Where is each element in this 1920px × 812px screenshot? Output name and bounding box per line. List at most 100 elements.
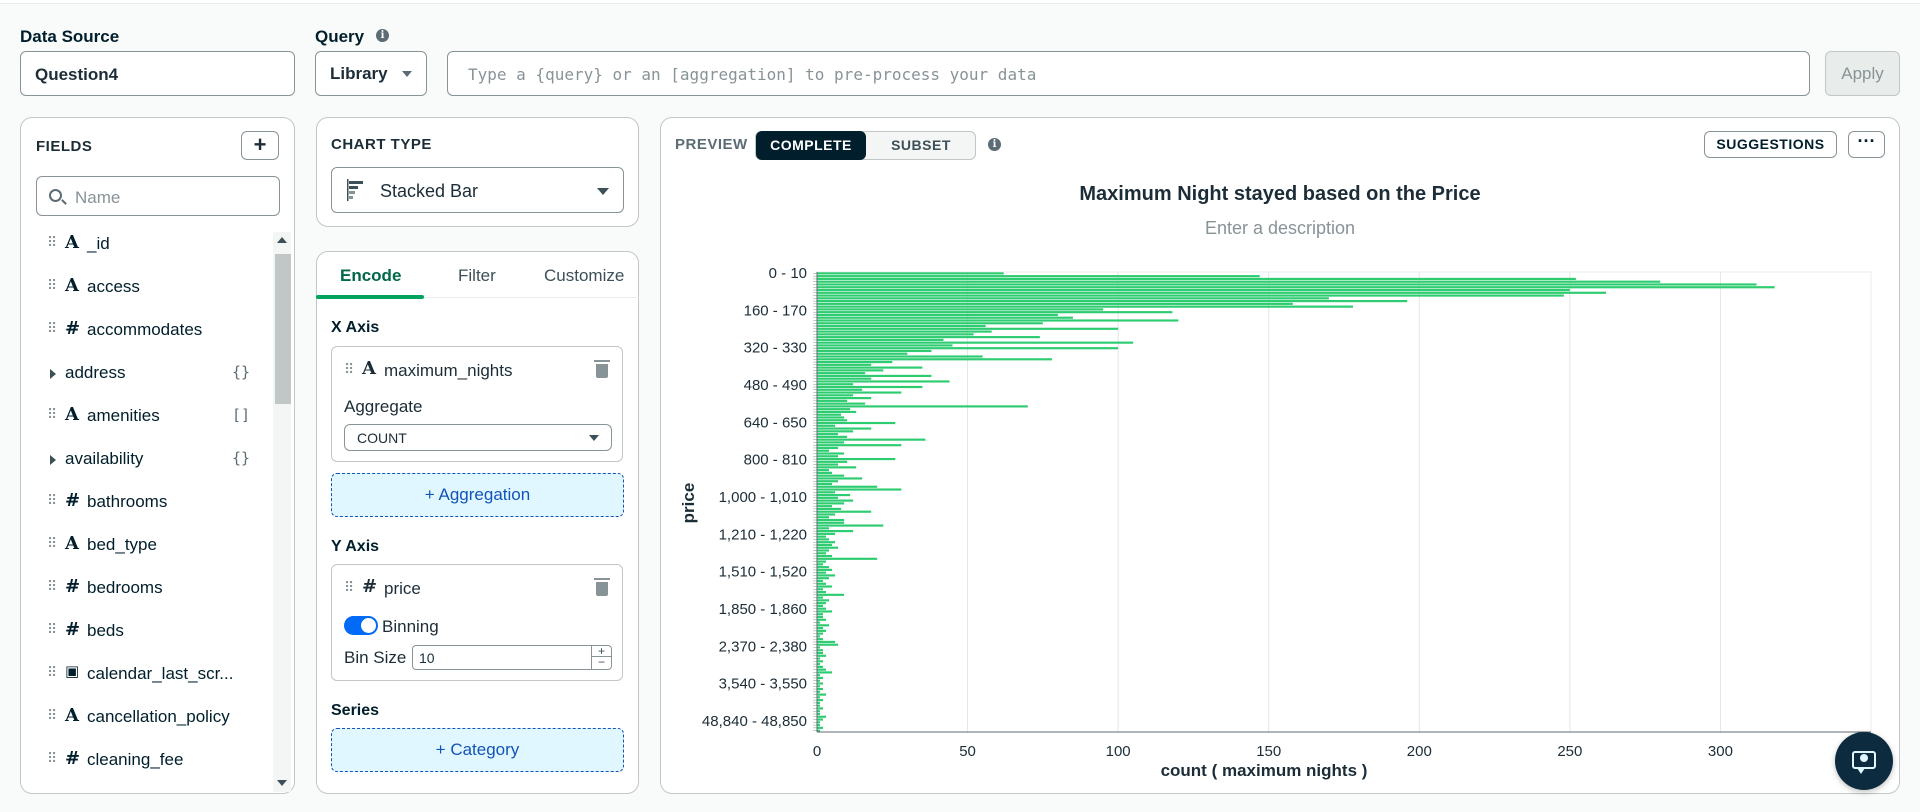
bar[interactable] xyxy=(817,516,830,519)
bar[interactable] xyxy=(817,579,824,583)
aggregate-select[interactable]: COUNT xyxy=(344,424,612,451)
bar[interactable] xyxy=(817,615,824,619)
bar[interactable] xyxy=(817,360,893,364)
bar[interactable] xyxy=(817,571,827,574)
scroll-down-icon[interactable] xyxy=(277,780,287,786)
bar[interactable] xyxy=(817,327,1119,330)
bar[interactable] xyxy=(817,305,1354,308)
field-item-bathrooms[interactable]: ⠿ # bathrooms xyxy=(40,490,270,514)
bar[interactable] xyxy=(817,311,1173,314)
bar[interactable] xyxy=(817,300,1408,303)
bar[interactable] xyxy=(817,535,827,538)
bar[interactable] xyxy=(817,718,824,721)
bar[interactable] xyxy=(817,588,824,591)
bar[interactable] xyxy=(817,654,827,657)
field-item-address[interactable]: address {} xyxy=(40,361,270,385)
bar[interactable] xyxy=(817,618,827,621)
query-input[interactable]: Type a {query} or an [aggregation] to pr… xyxy=(447,51,1810,96)
bar[interactable] xyxy=(817,699,824,702)
field-item-availability[interactable]: availability {} xyxy=(40,447,270,471)
bar[interactable] xyxy=(817,676,824,680)
bin-size-input[interactable]: 10 + − xyxy=(412,645,612,670)
drag-handle-icon[interactable]: ⠿ xyxy=(344,579,354,596)
bar[interactable] xyxy=(817,521,845,524)
bar[interactable] xyxy=(817,480,839,483)
bar[interactable] xyxy=(817,385,923,389)
bar[interactable] xyxy=(817,546,839,549)
bar[interactable] xyxy=(817,463,839,466)
bar[interactable] xyxy=(817,449,830,452)
tab-encode[interactable]: Encode xyxy=(340,266,401,286)
bar[interactable] xyxy=(817,402,866,405)
bar[interactable] xyxy=(817,388,863,391)
bar[interactable] xyxy=(817,693,827,696)
bar[interactable] xyxy=(817,419,848,422)
bar[interactable] xyxy=(817,336,1040,339)
bar[interactable] xyxy=(817,513,836,516)
bar[interactable] xyxy=(817,349,932,353)
bar[interactable] xyxy=(817,502,845,505)
drag-handle-icon[interactable]: ⠿ xyxy=(47,750,57,767)
trash-icon[interactable] xyxy=(594,360,610,378)
bar[interactable] xyxy=(817,355,983,358)
bar[interactable] xyxy=(817,566,830,569)
subset-mode-button[interactable]: SUBSET xyxy=(866,132,976,159)
bar[interactable] xyxy=(817,638,824,641)
expand-arrow-icon[interactable] xyxy=(50,455,56,465)
bar[interactable] xyxy=(817,294,1564,297)
drag-handle-icon[interactable]: ⠿ xyxy=(47,707,57,724)
bar[interactable] xyxy=(817,313,1058,317)
chart-title[interactable]: Maximum Night stayed based on the Price xyxy=(660,183,1900,206)
bar[interactable] xyxy=(817,466,857,469)
field-item-access[interactable]: ⠿ Aaccess xyxy=(40,275,270,299)
chart-description[interactable]: Enter a description xyxy=(660,218,1900,239)
bar[interactable] xyxy=(817,277,1576,281)
complete-mode-button[interactable]: COMPLETE xyxy=(756,131,866,160)
bar[interactable] xyxy=(817,421,896,425)
bar[interactable] xyxy=(817,582,827,585)
suggestions-button[interactable]: SUGGESTIONS xyxy=(1704,131,1837,158)
bar[interactable] xyxy=(817,643,839,646)
scroll-up-icon[interactable] xyxy=(277,237,287,243)
apply-button[interactable]: Apply xyxy=(1825,51,1900,96)
bar[interactable] xyxy=(817,671,833,674)
bar[interactable] xyxy=(817,455,839,458)
bar[interactable] xyxy=(817,424,836,427)
field-item-id[interactable]: ⠿ A _id xyxy=(40,232,270,256)
bar[interactable] xyxy=(817,574,836,577)
bar[interactable] xyxy=(817,687,824,691)
bar[interactable] xyxy=(817,563,824,566)
drag-handle-icon[interactable]: ⠿ xyxy=(47,277,57,294)
bar[interactable] xyxy=(817,322,1043,325)
bar[interactable] xyxy=(817,408,851,411)
bar[interactable] xyxy=(817,433,839,436)
field-item-calendar-last-scr[interactable]: ⠿ ▣ calendar_last_scr... xyxy=(40,662,270,686)
field-item-amenities[interactable]: ⠿ Aamenities [] xyxy=(40,404,270,428)
field-item-bed-type[interactable]: ⠿ Abed_type xyxy=(40,533,270,557)
bar[interactable] xyxy=(817,330,992,333)
y-axis-field-card[interactable]: ⠿ # price Binning Bin Size 10 + − xyxy=(331,564,623,681)
bar[interactable] xyxy=(817,383,854,386)
bar[interactable] xyxy=(817,399,848,402)
bar[interactable] xyxy=(817,316,1073,319)
bar[interactable] xyxy=(817,474,845,477)
bar[interactable] xyxy=(817,599,830,602)
bar[interactable] xyxy=(817,524,884,527)
bar[interactable] xyxy=(817,435,848,438)
bar[interactable] xyxy=(817,668,827,671)
bar[interactable] xyxy=(817,485,878,488)
bar[interactable] xyxy=(817,341,1134,344)
bar[interactable] xyxy=(817,482,833,486)
bar[interactable] xyxy=(817,347,1119,350)
bar[interactable] xyxy=(817,377,872,380)
drag-handle-icon[interactable]: ⠿ xyxy=(47,320,57,337)
field-item-cleaning-fee[interactable]: ⠿ # cleaning_fee xyxy=(40,748,270,772)
bar[interactable] xyxy=(817,457,896,461)
bar[interactable] xyxy=(817,660,824,663)
query-library-dropdown[interactable]: Library xyxy=(315,51,427,96)
bar[interactable] xyxy=(817,308,1104,311)
bar[interactable] xyxy=(817,507,842,511)
bar[interactable] xyxy=(817,496,839,499)
bar[interactable] xyxy=(817,416,845,419)
bar[interactable] xyxy=(817,596,824,599)
